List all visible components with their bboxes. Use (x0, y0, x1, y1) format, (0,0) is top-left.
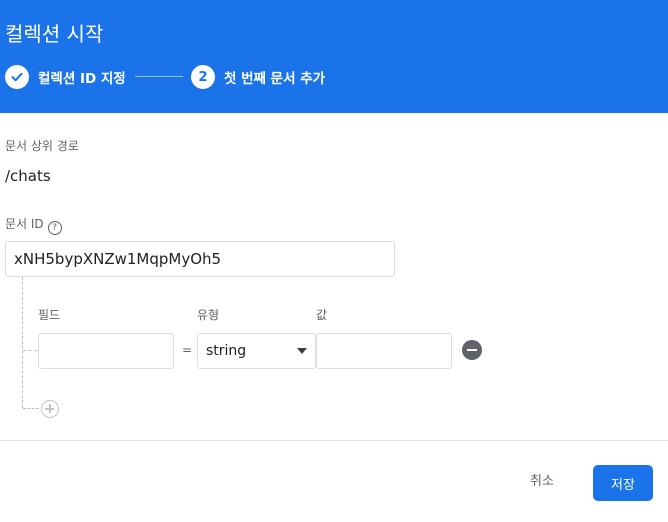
step-connector (135, 76, 183, 77)
add-field-icon[interactable] (41, 400, 59, 418)
remove-field-icon[interactable] (462, 340, 482, 360)
field-value-input[interactable] (316, 333, 452, 369)
document-id-label-row: 문서 ID? (5, 215, 62, 235)
field-name-input[interactable] (38, 333, 174, 369)
field-column-header: 필드 (38, 308, 61, 322)
step-2: 2 첫 번째 문서 추가 (191, 65, 325, 89)
tree-connector-vertical (22, 277, 23, 408)
step-1: 컬렉션 ID 지정 (5, 65, 126, 89)
value-column-header: 값 (316, 308, 328, 322)
dialog-title: 컬렉션 시작 (5, 22, 104, 46)
parent-path-value: /chats (5, 167, 51, 185)
check-icon (5, 65, 29, 89)
equals-sign: = (182, 343, 193, 357)
step-2-number: 2 (191, 65, 215, 89)
save-button[interactable]: 저장 (593, 465, 653, 501)
field-type-select[interactable]: string (197, 333, 316, 369)
dropdown-arrow-icon (297, 348, 307, 354)
cancel-button[interactable]: 취소 (530, 470, 554, 489)
dialog-header: 컬렉션 시작 컬렉션 ID 지정 2 첫 번째 문서 추가 (0, 0, 668, 113)
type-column-header: 유형 (197, 308, 220, 322)
help-icon[interactable]: ? (47, 221, 62, 235)
tree-connector-row (23, 350, 37, 351)
parent-path-label: 문서 상위 경로 (5, 139, 79, 153)
footer-divider (0, 440, 668, 441)
document-id-label: 문서 ID (5, 217, 44, 231)
document-id-input[interactable] (5, 241, 395, 277)
field-type-value: string (206, 343, 247, 359)
step-1-label: 컬렉션 ID 지정 (38, 71, 126, 87)
tree-connector-add (23, 408, 39, 409)
step-2-label: 첫 번째 문서 추가 (224, 71, 326, 87)
